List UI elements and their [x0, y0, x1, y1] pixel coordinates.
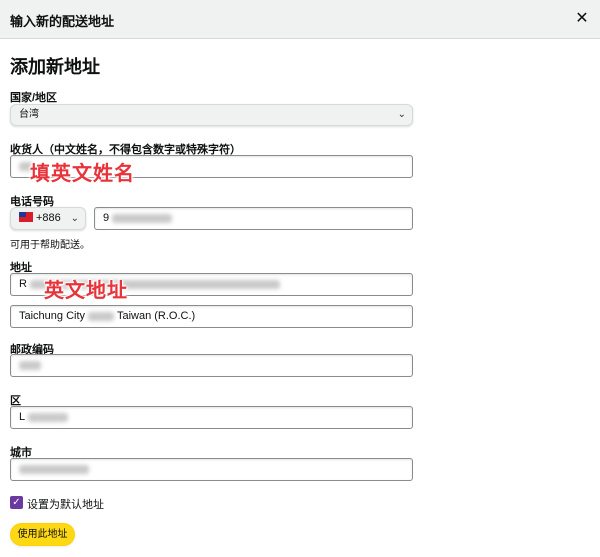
address-annotation: 英文地址	[44, 280, 128, 302]
default-address-checkbox[interactable]: ✓	[10, 496, 23, 509]
modal-header: 输入新的配送地址 ✕	[0, 0, 600, 39]
address-line1-value: R	[19, 278, 27, 290]
address-line2-suffix: Taiwan (R.O.C.)	[116, 310, 196, 322]
redacted-text	[27, 412, 68, 422]
taiwan-flag-icon	[19, 212, 33, 222]
chevron-down-icon: ⌄	[70, 213, 79, 224]
default-address-label: 设置为默认地址	[27, 499, 104, 511]
postal-input[interactable]	[10, 354, 413, 377]
address-line2-value: Taichung City	[19, 310, 86, 322]
redacted-text	[88, 311, 115, 321]
city-input[interactable]	[10, 458, 413, 481]
use-address-button[interactable]: 使用此地址	[10, 523, 75, 546]
phone-code-value: +886	[36, 212, 61, 224]
country-select[interactable]: 台湾 ⌄	[10, 104, 413, 126]
chevron-down-icon: ⌄	[397, 109, 406, 120]
country-label: 国家/地区	[10, 92, 58, 104]
district-input[interactable]: L	[10, 406, 413, 429]
modal-title: 输入新的配送地址	[10, 14, 115, 29]
recipient-annotation: 填英文姓名	[30, 163, 135, 185]
phone-country-code-select[interactable]: +886 ⌄	[10, 207, 86, 230]
country-value: 台湾	[19, 109, 39, 120]
address-line2-input[interactable]: Taichung City Taiwan (R.O.C.)	[10, 305, 413, 328]
redacted-text	[19, 360, 41, 370]
close-icon[interactable]: ✕	[572, 9, 592, 29]
redacted-text	[19, 464, 89, 474]
phone-value: 9	[103, 212, 110, 224]
phone-input[interactable]: 9	[94, 207, 413, 230]
phone-hint: 可用于帮助配送。	[10, 240, 90, 251]
page-title: 添加新地址	[10, 57, 100, 77]
district-value: L	[19, 411, 25, 423]
redacted-text	[112, 213, 173, 223]
